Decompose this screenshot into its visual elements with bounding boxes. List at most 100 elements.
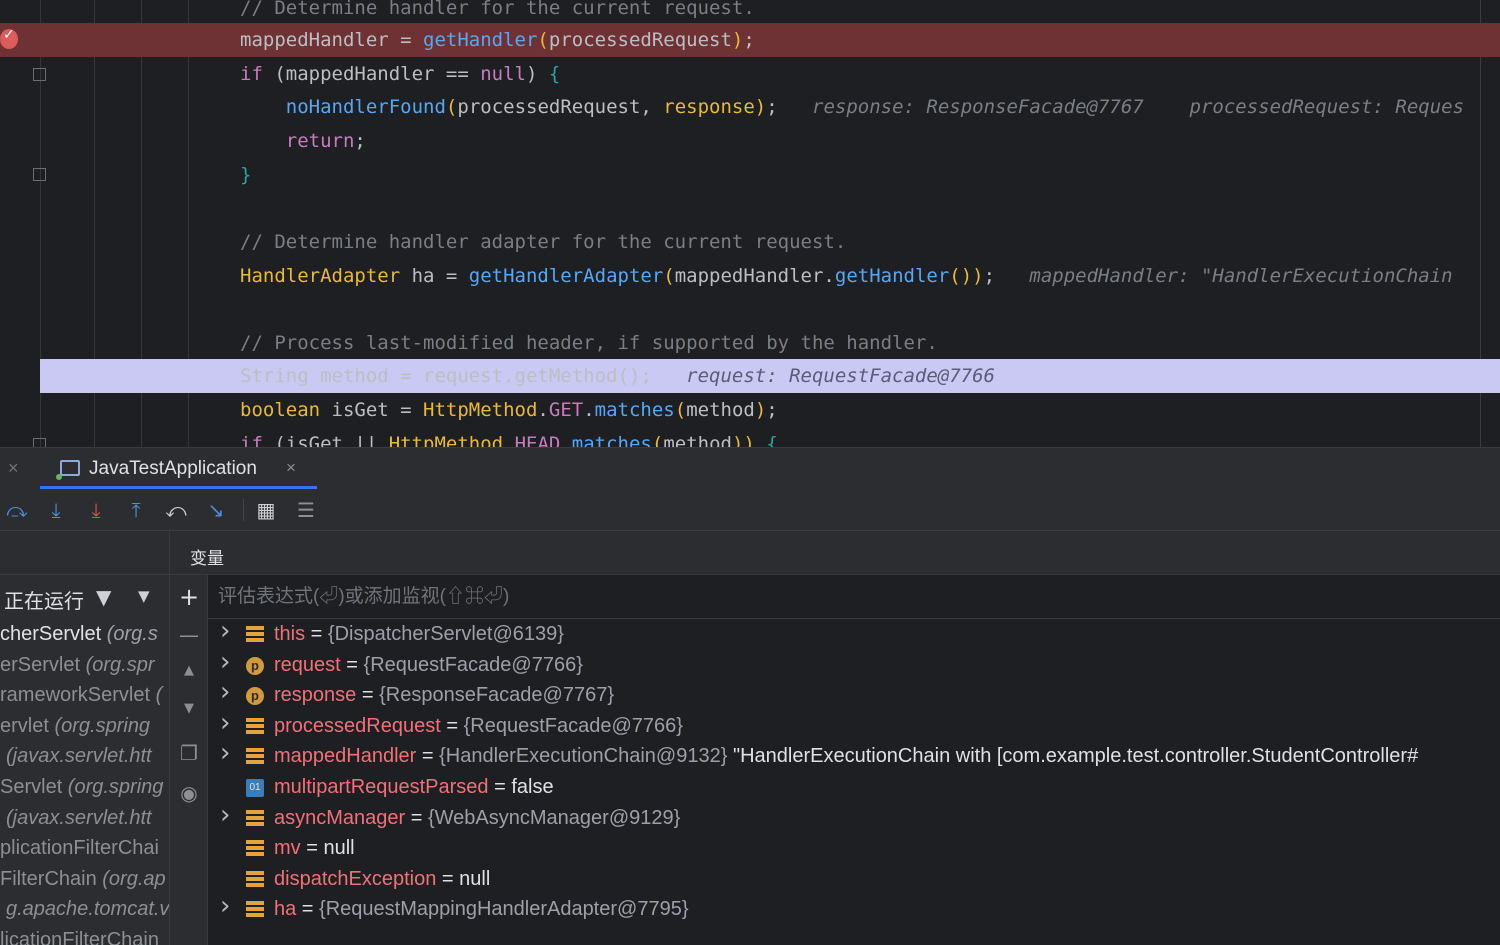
value-text: {ResponseFacade@7767}: [379, 684, 614, 707]
fold-icon[interactable]: [33, 168, 46, 181]
execution-point-line[interactable]: String method = request.getMethod(); req…: [40, 359, 1500, 393]
fold-icon[interactable]: [33, 68, 46, 81]
code-line[interactable]: [0, 191, 1500, 225]
code-token: .: [583, 399, 595, 421]
variable-row[interactable]: › asyncManager = {WebAsyncManager@9129}: [208, 800, 1500, 835]
field-icon: [246, 626, 264, 644]
code-line[interactable]: noHandlerFound(processedRequest, respons…: [0, 90, 1500, 124]
add-watch-icon[interactable]: +: [176, 583, 202, 611]
frame-class: (javax.servlet.htt: [6, 745, 152, 768]
inline-value-hint: mappedHandler: "HandlerExecutionChain: [1029, 265, 1453, 287]
evaluate-expression-input[interactable]: [218, 583, 1468, 611]
move-down-icon[interactable]: ▼: [176, 701, 202, 727]
variable-row[interactable]: › p request = {RequestFacade@7766}: [208, 647, 1500, 682]
code-text: mappedHandler = getHandler(processedRequ…: [240, 23, 755, 57]
remove-watch-icon[interactable]: —: [176, 623, 202, 649]
code-line[interactable]: // Process last-modified header, if supp…: [0, 326, 1500, 360]
run-to-cursor-icon[interactable]: ↘: [202, 496, 230, 524]
step-out-icon[interactable]: ⤒: [122, 496, 150, 524]
tab-javatestapplication[interactable]: JavaTestApplication ×: [40, 448, 317, 490]
stack-frame[interactable]: (javax.servlet.htt: [0, 742, 169, 772]
code-token: method: [663, 433, 732, 447]
copy-icon[interactable]: ❐: [176, 741, 202, 767]
step-into-icon[interactable]: ⤓: [42, 496, 70, 524]
chevron-right-icon[interactable]: ›: [220, 616, 230, 646]
close-icon[interactable]: ×: [8, 458, 19, 479]
drop-frame-icon[interactable]: ⤺: [162, 496, 190, 524]
funnel-icon[interactable]: ▼: [96, 585, 111, 609]
code-line[interactable]: if (isGet || HttpMethod.HEAD.matches(met…: [0, 427, 1500, 447]
code-line[interactable]: return;: [0, 124, 1500, 158]
code-token: getHandler: [834, 265, 950, 287]
stack-frame[interactable]: ervlet (org.spring: [0, 712, 169, 742]
code-line[interactable]: [0, 292, 1500, 326]
code-line[interactable]: // Determine handler adapter for the cur…: [0, 225, 1500, 259]
variable-row[interactable]: dispatchException = null: [208, 865, 1500, 896]
evaluate-expression-icon[interactable]: ▦: [252, 496, 280, 524]
code-token: mappedHandler.: [674, 265, 835, 287]
variable-identifier: this: [274, 623, 306, 645]
code-token: // Process last-modified header, if supp…: [240, 332, 938, 354]
code-token: (: [537, 29, 549, 51]
variable-row[interactable]: › this = {DispatcherServlet@6139}: [208, 616, 1500, 651]
code-line[interactable]: // Determine handler for the current req…: [0, 0, 1500, 25]
code-line[interactable]: if (mappedHandler == null) {: [0, 57, 1500, 91]
stack-frame[interactable]: erServlet (org.spr: [0, 651, 169, 681]
frame-class: (org.s: [101, 623, 158, 645]
stack-frame[interactable]: licationFilterChain: [0, 926, 169, 945]
variable-value: = {RequestFacade@7766}: [441, 715, 683, 737]
chevron-right-icon[interactable]: ›: [220, 800, 230, 830]
chevron-right-icon[interactable]: ›: [220, 677, 230, 707]
chevron-right-icon[interactable]: ›: [220, 708, 230, 738]
step-over-icon[interactable]: ⤼: [3, 496, 31, 524]
variable-name: request = {RequestFacade@7766}: [274, 654, 583, 677]
code-token: matches: [594, 399, 675, 421]
move-up-icon[interactable]: ▲: [176, 663, 202, 689]
variable-row[interactable]: mv = null: [208, 834, 1500, 865]
variable-identifier: processedRequest: [274, 714, 441, 737]
application-icon: [56, 460, 80, 480]
stack-frame[interactable]: cherServlet (org.s: [0, 620, 169, 650]
fold-icon[interactable]: [33, 438, 46, 447]
variable-name: ha = {RequestMappingHandlerAdapter@7795}: [274, 898, 689, 921]
stack-frame[interactable]: g.apache.tomcat.v: [0, 895, 170, 925]
variable-row[interactable]: 01 multipartRequestParsed = false: [208, 773, 1500, 804]
chevron-right-icon[interactable]: ›: [220, 647, 230, 677]
trace-current-stream-icon[interactable]: ☰: [292, 496, 320, 524]
close-icon[interactable]: ×: [286, 458, 296, 478]
chevron-right-icon[interactable]: ›: [220, 891, 230, 921]
code-editor[interactable]: // Determine handler for the current req…: [0, 0, 1500, 447]
code-line[interactable]: }: [0, 158, 1500, 192]
stack-frame[interactable]: plicationFilterChai: [0, 834, 169, 864]
triangle-down-icon[interactable]: ▼: [138, 587, 150, 605]
chevron-right-icon[interactable]: ›: [220, 738, 230, 768]
code-token: mappedHandler =: [240, 29, 424, 51]
code-token: return: [285, 130, 355, 152]
thread-filter[interactable]: 正在运行 ▼ ▼: [0, 575, 169, 619]
force-step-into-icon[interactable]: ⤓: [82, 496, 110, 524]
variable-identifier: ha: [274, 898, 297, 921]
frame-method: rameworkServlet: [0, 684, 151, 707]
equals-sign: =: [405, 806, 428, 829]
breakpoint-icon[interactable]: [0, 29, 18, 49]
code-token: .: [537, 399, 549, 421]
breakpoint-line[interactable]: mappedHandler = getHandler(processedRequ…: [0, 23, 1500, 57]
variable-row[interactable]: › mappedHandler = {HandlerExecutionChain@…: [208, 738, 1500, 773]
code-token: ;: [354, 130, 366, 152]
code-line[interactable]: HandlerAdapter ha = getHandlerAdapter(ma…: [0, 259, 1500, 293]
variable-row[interactable]: › ha = {RequestMappingHandlerAdapter@7795…: [208, 891, 1500, 926]
variable-row[interactable]: › processedRequest = {RequestFacade@7766}: [208, 708, 1500, 743]
frame-class: g.apache.tomcat.v: [6, 898, 170, 921]
view-options-icon[interactable]: ◉: [176, 781, 202, 807]
code-token: String method = request.getMethod();: [240, 365, 687, 387]
variable-row[interactable]: › p response = {ResponseFacade@7767}: [208, 677, 1500, 712]
stack-frame[interactable]: rameworkServlet (: [0, 681, 169, 711]
code-token: method: [686, 399, 755, 421]
stack-frame[interactable]: Servlet (org.spring: [0, 773, 169, 803]
stack-frame[interactable]: FilterChain (org.ap: [0, 865, 169, 895]
frames-header: [0, 531, 169, 575]
stack-frame[interactable]: (javax.servlet.htt: [0, 804, 169, 834]
inline-value-hint: response: ResponseFacade@7767 processedR…: [812, 96, 1465, 118]
code-line[interactable]: boolean isGet = HttpMethod.GET.matches(m…: [0, 393, 1500, 427]
